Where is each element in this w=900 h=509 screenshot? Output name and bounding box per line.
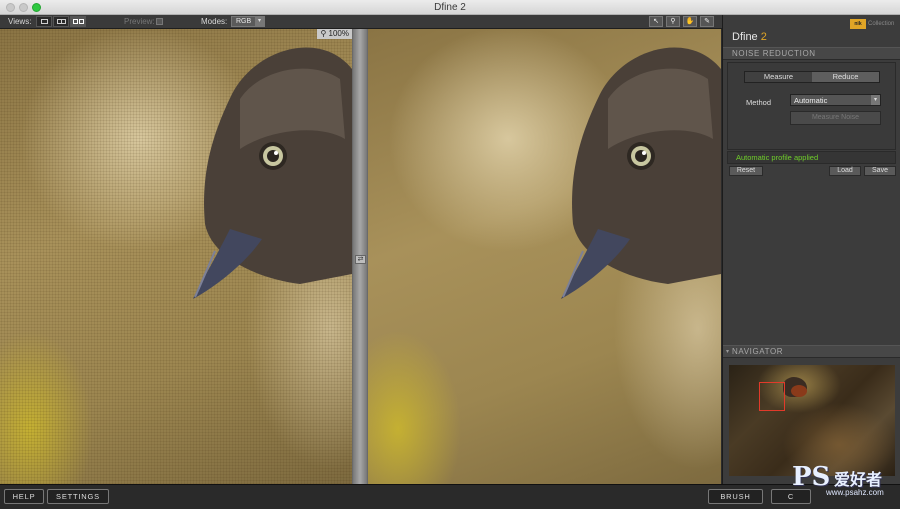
app-name: Dfine 2 (732, 31, 767, 43)
collection-label: Collection (868, 21, 895, 27)
watermark-url: www.psahz.com (826, 488, 884, 497)
navigator-viewport-rect[interactable] (759, 382, 785, 411)
preview-checkbox[interactable] (156, 18, 163, 25)
side-by-side-icon (73, 19, 78, 24)
swap-icon[interactable]: ⇄ (355, 255, 366, 264)
save-button[interactable]: Save (864, 166, 896, 176)
zoom-tool-button[interactable]: ⚲ (666, 16, 680, 27)
tool-buttons: ↖ ⚲ ✋ ✎ (649, 16, 717, 27)
view-buttons (36, 16, 87, 27)
help-button[interactable]: HELP (4, 489, 44, 504)
tab-measure[interactable]: Measure (745, 72, 812, 82)
pointer-icon: ↖ (653, 18, 659, 25)
split-view-icon (57, 19, 66, 24)
modes-value: RGB (236, 18, 252, 25)
noise-reduction-header: NOISE REDUCTION (723, 47, 900, 60)
zoom-level-label: 100% (328, 29, 349, 38)
watermark-ps: PS (792, 462, 831, 492)
brush-button[interactable]: BRUSH (708, 489, 763, 504)
status-bar: Automatic profile applied (727, 151, 896, 164)
preview-label: Preview: (124, 17, 155, 26)
window-title: Dfine 2 (434, 2, 466, 13)
navigator-thumbnail[interactable] (729, 365, 895, 476)
method-select[interactable]: Automatic ▾ (790, 94, 881, 106)
hand-tool-button[interactable]: ✋ (683, 16, 697, 27)
chevron-down-icon: ▾ (871, 95, 880, 105)
title-bar: Dfine 2 (0, 0, 900, 15)
split-view-button[interactable] (53, 16, 69, 27)
after-image-pane[interactable] (368, 29, 721, 484)
zoom-icon: ⚲ (320, 29, 329, 38)
navigator-label: NAVIGATOR (732, 347, 784, 356)
zoom-icon: ⚲ (670, 18, 676, 25)
hand-icon: ✋ (685, 18, 695, 25)
method-label: Method (746, 98, 772, 107)
chevron-down-icon: ▾ (255, 17, 264, 26)
measure-reduce-toggle: Measure Reduce (744, 71, 880, 83)
zoom-level-indicator[interactable]: ⚲ 100% (317, 29, 352, 39)
side-by-side-view-button[interactable] (70, 16, 86, 27)
settings-button[interactable]: SETTINGS (47, 489, 109, 504)
noise-reduction-section: Measure Reduce Method Automatic ▾ Measur… (727, 62, 896, 150)
collapse-triangle-icon: ▾ (726, 349, 730, 355)
site-watermark: PS 爱好者 www.psahz.com (792, 462, 892, 502)
pointer-tool-button[interactable]: ↖ (649, 16, 663, 27)
modes-label: Modes: (201, 17, 228, 26)
toolbar: Views: Preview: Modes: RGB ▾ ↖ ⚲ ✋ ✎ (0, 15, 722, 29)
single-view-icon (41, 19, 48, 24)
load-button[interactable]: Load (829, 166, 861, 176)
reset-button[interactable]: Reset (729, 166, 763, 176)
measure-noise-button[interactable]: Measure Noise (790, 111, 881, 125)
app-name-text: Dfine (732, 31, 758, 43)
bird-image-processed (561, 47, 721, 299)
modes-select[interactable]: RGB ▾ (231, 16, 265, 27)
app-version: 2 (760, 31, 767, 43)
method-value: Automatic (794, 96, 828, 105)
before-image-pane[interactable]: ⚲ 100% (0, 29, 352, 484)
navigator-header[interactable]: ▾ NAVIGATOR (723, 345, 900, 358)
eyedropper-tool-button[interactable]: ✎ (700, 16, 714, 27)
status-text: Automatic profile applied (736, 153, 819, 162)
bottom-bar: HELP SETTINGS BRUSH C (0, 484, 900, 509)
views-label: Views: (8, 17, 32, 26)
eyedropper-icon: ✎ (704, 18, 710, 25)
single-view-button[interactable] (36, 16, 52, 27)
bird-image (193, 47, 352, 299)
nik-logo: nik (850, 19, 866, 29)
tab-reduce[interactable]: Reduce (812, 72, 879, 82)
split-divider[interactable]: ⇄ (352, 29, 368, 484)
brand-header: nik Collection Dfine 2 (723, 15, 900, 47)
control-panel: nik Collection Dfine 2 NOISE REDUCTION M… (722, 15, 900, 484)
watermark-cn: 爱好者 (834, 472, 883, 489)
